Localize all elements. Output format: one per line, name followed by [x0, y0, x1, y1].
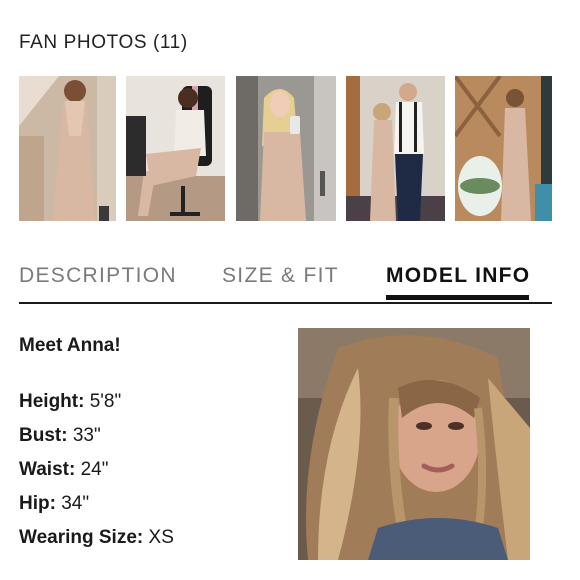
fan-photo-1[interactable]: [19, 76, 116, 221]
model-portrait: [298, 328, 530, 560]
fan-photo-4-image: [346, 76, 445, 221]
stat-value: 24": [80, 459, 109, 480]
model-stat-height: Height: 5'8": [19, 390, 174, 424]
fan-photo-3[interactable]: [236, 76, 336, 221]
model-intro: Meet Anna!: [19, 335, 121, 356]
fan-photos-title: FAN PHOTOS (11): [19, 32, 188, 53]
model-stat-hip: Hip: 34": [19, 492, 174, 526]
stat-value: 33": [72, 425, 101, 446]
stat-value: XS: [148, 527, 174, 548]
stat-label: Hip:: [19, 493, 56, 514]
fan-photo-2-image: [126, 76, 225, 221]
tab-description[interactable]: DESCRIPTION: [19, 264, 177, 288]
fan-photo-5[interactable]: [455, 76, 552, 221]
stat-label: Bust:: [19, 425, 68, 446]
model-stats-list: Height: 5'8" Bust: 33" Waist: 24" Hip: 3…: [19, 390, 174, 560]
tab-size-and-fit[interactable]: SIZE & FIT: [222, 264, 339, 288]
stat-label: Height:: [19, 391, 85, 412]
model-stat-waist: Waist: 24": [19, 458, 174, 492]
model-stat-bust: Bust: 33": [19, 424, 174, 458]
fan-photos-gallery: [19, 76, 552, 221]
fan-photo-2[interactable]: [126, 76, 225, 221]
tab-model-info[interactable]: MODEL INFO: [386, 264, 530, 288]
product-info-tabs: DESCRIPTION SIZE & FIT MODEL INFO: [19, 262, 552, 304]
stat-value: 5'8": [89, 391, 122, 412]
model-portrait-image: [298, 328, 530, 560]
fan-photo-5-image: [455, 76, 552, 221]
fan-photo-1-image: [19, 76, 116, 221]
stat-label: Wearing Size:: [19, 527, 144, 548]
fan-photo-3-image: [236, 76, 336, 221]
stat-label: Waist:: [19, 459, 76, 480]
model-stat-wearing-size: Wearing Size: XS: [19, 526, 174, 560]
stat-value: 34": [61, 493, 90, 514]
fan-photo-4[interactable]: [346, 76, 445, 221]
active-tab-indicator: [386, 295, 529, 300]
